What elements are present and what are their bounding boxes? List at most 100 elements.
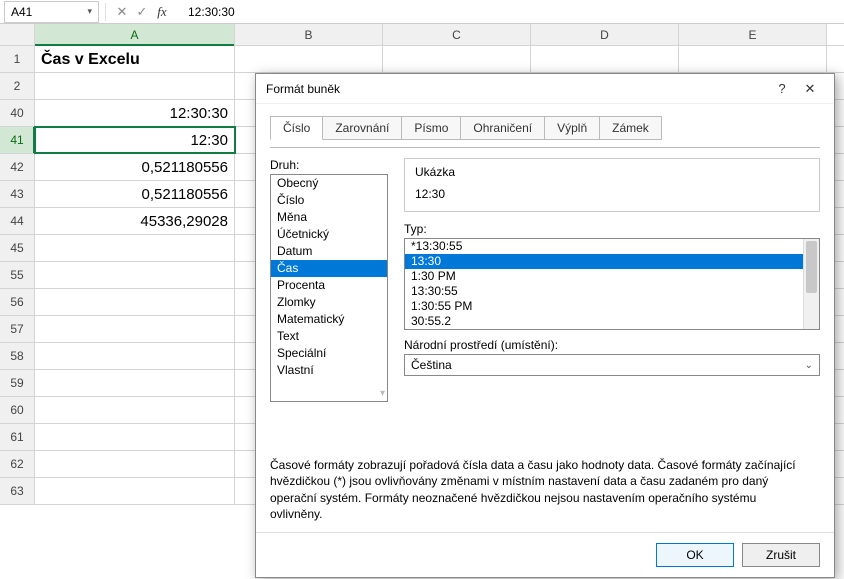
name-box-ref: A41 <box>11 5 32 19</box>
tab[interactable]: Číslo <box>270 116 323 140</box>
row-header[interactable]: 59 <box>0 370 35 396</box>
name-box[interactable]: A41 ▾ <box>4 1 99 23</box>
row-header[interactable]: 63 <box>0 478 35 504</box>
list-item[interactable]: Zlomky <box>271 294 387 311</box>
list-item[interactable]: 13:30:55 <box>405 284 819 299</box>
cell[interactable] <box>679 46 827 72</box>
cell[interactable] <box>35 343 235 369</box>
tab[interactable]: Písmo <box>401 116 461 140</box>
cell[interactable] <box>35 397 235 423</box>
formula-input[interactable] <box>180 2 844 22</box>
row-header[interactable]: 56 <box>0 289 35 315</box>
list-item[interactable]: Měna <box>271 209 387 226</box>
confirm-edit-icon[interactable]: ✓ <box>133 3 151 21</box>
cell[interactable] <box>35 370 235 396</box>
list-item[interactable]: 1:30 PM <box>405 269 819 284</box>
cell[interactable] <box>35 235 235 261</box>
list-item[interactable]: 37:30:55 <box>405 329 819 330</box>
list-item[interactable]: Čas <box>271 260 387 277</box>
fx-icon[interactable]: fx <box>153 3 171 21</box>
format-cells-dialog: Formát buněk ? ✕ ČísloZarovnáníPísmoOhra… <box>255 73 835 578</box>
list-item[interactable]: Obecný <box>271 175 387 192</box>
cell[interactable] <box>383 46 531 72</box>
tab[interactable]: Ohraničení <box>460 116 545 140</box>
category-listbox[interactable]: ObecnýČísloMěnaÚčetnickýDatumČasProcenta… <box>270 174 388 402</box>
list-item[interactable]: 1:30:55 PM <box>405 299 819 314</box>
list-item[interactable]: 13:30 <box>405 254 819 269</box>
cell[interactable]: 0,521180556 <box>35 181 235 207</box>
row-header[interactable]: 44 <box>0 208 35 234</box>
cell[interactable] <box>35 478 235 504</box>
row-header[interactable]: 60 <box>0 397 35 423</box>
list-item[interactable]: 30:55.2 <box>405 314 819 329</box>
chevron-down-icon: ▾ <box>87 6 92 17</box>
cell[interactable]: 12:30 <box>35 127 235 153</box>
dialog-titlebar: Formát buněk ? ✕ <box>256 74 834 104</box>
column-header-A[interactable]: A <box>35 24 235 45</box>
row-header[interactable]: 58 <box>0 343 35 369</box>
row-header[interactable]: 1 <box>0 46 35 72</box>
row-header[interactable]: 55 <box>0 262 35 288</box>
dialog-tabs: ČísloZarovnáníPísmoOhraničeníVýplňZámek <box>270 116 820 140</box>
tab[interactable]: Zarovnání <box>322 116 402 140</box>
help-button[interactable]: ? <box>768 75 796 103</box>
locale-label: Národní prostředí (umístění): <box>404 338 820 352</box>
cell[interactable] <box>35 451 235 477</box>
cancel-button[interactable]: Zrušit <box>742 543 820 567</box>
tab[interactable]: Zámek <box>599 116 662 140</box>
row-header[interactable]: 57 <box>0 316 35 342</box>
list-item[interactable]: Vlastní <box>271 362 387 379</box>
cell[interactable]: Čas v Excelu <box>35 46 235 72</box>
row-header[interactable]: 42 <box>0 154 35 180</box>
formula-bar: A41 ▾ ✕ ✓ fx <box>0 0 844 24</box>
tab[interactable]: Výplň <box>544 116 600 140</box>
list-item[interactable]: Účetnický <box>271 226 387 243</box>
close-button[interactable]: ✕ <box>796 75 824 103</box>
separator <box>105 3 106 21</box>
cell[interactable]: 0,521180556 <box>35 154 235 180</box>
column-header-D[interactable]: D <box>531 24 679 45</box>
list-item[interactable]: Text <box>271 328 387 345</box>
locale-select[interactable]: Čeština ⌄ <box>404 354 820 376</box>
sample-label: Ukázka <box>415 165 809 179</box>
column-header-E[interactable]: E <box>679 24 827 45</box>
list-item[interactable]: Matematický <box>271 311 387 328</box>
row-header[interactable]: 2 <box>0 73 35 99</box>
list-item[interactable]: *13:30:55 <box>405 239 819 254</box>
cell[interactable] <box>35 424 235 450</box>
list-item[interactable]: Speciální <box>271 345 387 362</box>
cell[interactable] <box>35 262 235 288</box>
cell[interactable]: 45336,29028 <box>35 208 235 234</box>
row-header[interactable]: 62 <box>0 451 35 477</box>
ok-button[interactable]: OK <box>656 543 734 567</box>
column-headers: A B C D E <box>0 24 844 46</box>
list-item[interactable]: Datum <box>271 243 387 260</box>
row-header[interactable]: 43 <box>0 181 35 207</box>
list-item[interactable]: Procenta <box>271 277 387 294</box>
list-item[interactable]: Číslo <box>271 192 387 209</box>
format-description: Časové formáty zobrazují pořadová čísla … <box>270 417 820 522</box>
column-header-C[interactable]: C <box>383 24 531 45</box>
category-label: Druh: <box>270 158 388 172</box>
select-all-corner[interactable] <box>0 24 35 45</box>
scrollbar[interactable] <box>803 239 819 329</box>
dialog-buttons: OK Zrušit <box>256 532 834 577</box>
scroll-indicator-icon: ▾ <box>380 388 385 399</box>
type-listbox[interactable]: *13:30:5513:301:30 PM13:30:551:30:55 PM3… <box>404 238 820 330</box>
row-header[interactable]: 41 <box>0 127 35 153</box>
column-header-B[interactable]: B <box>235 24 383 45</box>
row-header[interactable]: 40 <box>0 100 35 126</box>
cell[interactable]: 12:30:30 <box>35 100 235 126</box>
row-header[interactable]: 61 <box>0 424 35 450</box>
type-label: Typ: <box>404 222 820 236</box>
cell[interactable] <box>531 46 679 72</box>
cell[interactable] <box>35 289 235 315</box>
row-header[interactable]: 45 <box>0 235 35 261</box>
cell[interactable] <box>235 46 383 72</box>
cell[interactable] <box>35 316 235 342</box>
chevron-down-icon: ⌄ <box>805 360 813 371</box>
scrollbar-thumb[interactable] <box>806 241 817 293</box>
cell[interactable] <box>35 73 235 99</box>
cancel-edit-icon[interactable]: ✕ <box>113 3 131 21</box>
sample-value: 12:30 <box>415 187 809 201</box>
